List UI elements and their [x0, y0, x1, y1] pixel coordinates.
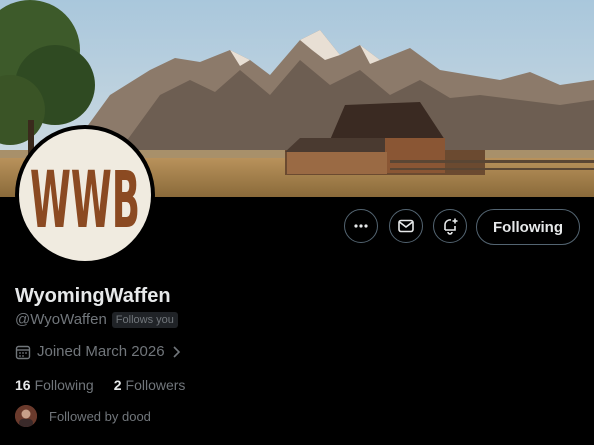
following-button[interactable]: Following: [476, 209, 580, 245]
followers-stat[interactable]: 2 Followers: [114, 377, 186, 393]
following-label: Following: [34, 377, 94, 393]
following-count: 16: [15, 377, 31, 393]
following-stat[interactable]: 16 Following: [15, 377, 94, 393]
follower-avatar: [15, 405, 37, 427]
mail-icon: [398, 219, 414, 233]
chevron-right-icon: [173, 345, 180, 358]
follows-you-badge: Follows you: [111, 311, 178, 328]
more-button[interactable]: [344, 209, 378, 243]
more-icon: [354, 224, 368, 228]
user-handle: @WyoWaffen: [15, 311, 107, 328]
followed-by-row[interactable]: Followed by dood: [15, 405, 151, 427]
bell-plus-icon: [444, 218, 458, 235]
wwb-logo-icon: WWB: [23, 133, 147, 257]
avatar-monogram-text: WWB: [30, 156, 140, 246]
notify-button[interactable]: [433, 209, 467, 243]
avatar-monogram-logo: WWB: [19, 129, 151, 261]
message-button[interactable]: [389, 209, 423, 243]
followed-by-text: Followed by dood: [49, 408, 151, 424]
profile-avatar[interactable]: WWB: [15, 125, 155, 265]
follower-avatar-image: [15, 405, 37, 427]
joined-date: Joined March 2026: [37, 343, 165, 360]
handle-row: @WyoWaffen Follows you: [15, 311, 178, 328]
followers-count: 2: [113, 377, 122, 393]
calendar-icon: [15, 345, 31, 359]
display-name: WyomingWaffen: [15, 285, 171, 307]
joined-row[interactable]: Joined March 2026: [15, 343, 181, 360]
followers-label: Followers: [125, 377, 186, 393]
stats-row: 16 Following 2 Followers: [15, 377, 185, 393]
